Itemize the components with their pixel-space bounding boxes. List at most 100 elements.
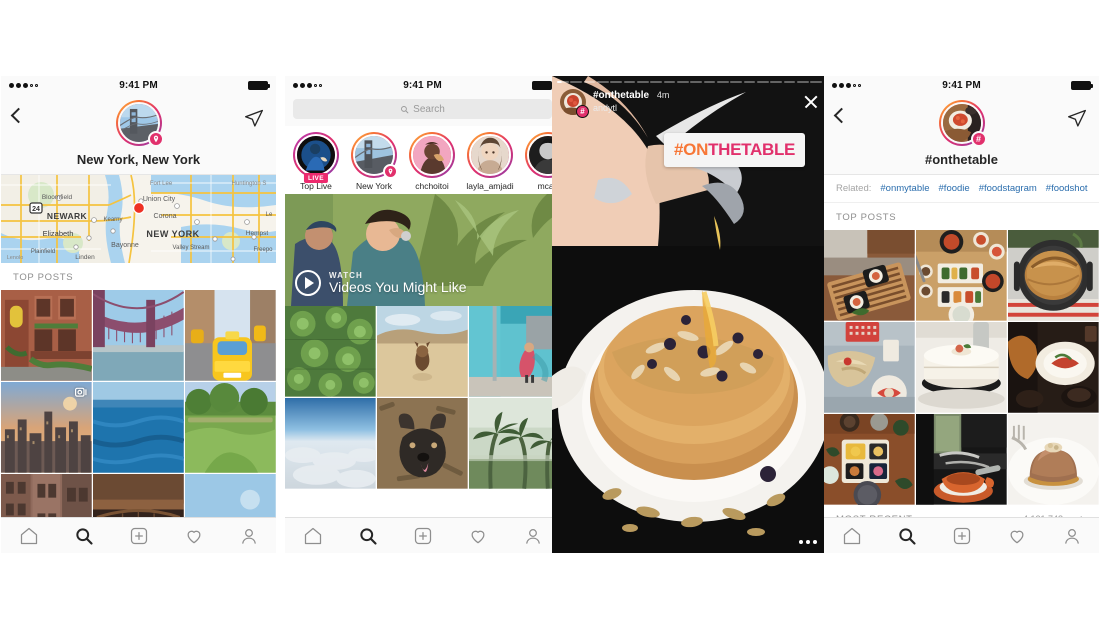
tab-activity[interactable] [184,526,204,546]
signal-strength-icon [293,82,363,88]
location-avatar[interactable] [115,100,164,147]
progress-segment [570,81,583,83]
tab-add[interactable] [413,526,433,546]
tab-add[interactable] [129,526,149,546]
progress-segment [770,81,783,83]
hashtag-sticker[interactable]: #ONTHETABLE [664,133,806,167]
tab-home[interactable] [303,526,323,546]
grid-item-ocean[interactable] [93,382,184,473]
svg-text:Kearny: Kearny [103,217,122,223]
tab-activity[interactable] [468,526,488,546]
story-top-live[interactable]: LIVE Top Live [287,132,345,191]
grid-item-dome-dessert[interactable] [1008,414,1099,505]
grid-item-palm-trees[interactable] [469,398,560,489]
explore-grid [285,306,560,489]
grid-item-brownstone[interactable] [1,290,92,381]
grid-item-park[interactable] [185,382,276,473]
grid-item-succulents[interactable] [285,306,376,397]
location-pin-badge [147,131,164,147]
story-canvas[interactable]: # #onthetable 4m andytl #ONTHETABLE [552,76,827,553]
play-icon[interactable] [295,270,321,296]
direct-share-icon[interactable] [244,108,264,128]
grid-item-blue-wall[interactable] [469,306,560,397]
story-meta: #onthetable 4m andytl [593,90,796,114]
story-label: New York [356,181,392,191]
related-tag-3[interactable]: #foodstagram [979,183,1037,194]
grid-item-bread-loaf[interactable] [1008,230,1099,321]
svg-text:Fort Lee: Fort Lee [150,181,173,187]
direct-share-icon[interactable] [1067,108,1087,128]
hashtag-badge: # [970,131,987,147]
grid-item-wood-tray[interactable] [824,230,915,321]
grid-item-dark-plate[interactable] [1008,322,1099,413]
story-layla-amjadi[interactable]: layla_amjadi [461,132,519,191]
hashtag-top-posts-grid [824,230,1099,506]
status-bar: 9:41 PM [1,76,276,94]
svg-text:Bayonne: Bayonne [111,242,139,249]
progress-segment [730,81,743,83]
phone-location-page: 9:41 PM New York, New York 24 Bloomfield… [1,76,276,553]
pin-glyph-icon [153,135,158,143]
hashtag-avatar[interactable]: # [938,100,987,147]
story-avatar[interactable]: # [560,89,589,118]
grid-item-skyline[interactable] [1,382,92,473]
more-options-icon[interactable] [799,540,817,544]
story-chchoitoi[interactable]: chchoitoi [403,132,461,191]
svg-text:NEW YORK: NEW YORK [146,229,199,239]
tab-search[interactable] [358,526,378,546]
grid-item-white-cake[interactable] [916,322,1007,413]
carousel-icon [74,387,87,397]
progress-segment [623,81,636,83]
progress-segment [743,81,756,83]
tab-home[interactable] [19,526,39,546]
tab-search[interactable] [74,526,94,546]
top-posts-grid [1,290,276,553]
related-tag-4[interactable]: #foodshot [1046,183,1088,194]
svg-text:NEWARK: NEWARK [47,211,88,221]
tab-home[interactable] [842,526,862,546]
tab-profile[interactable] [239,526,259,546]
close-icon[interactable] [803,94,819,110]
status-bar: 9:41 PM [285,76,560,94]
phone-story-viewer: # #onthetable 4m andytl #ONTHETABLE [552,76,827,553]
tab-add[interactable] [952,526,972,546]
story-timestamp: 4m [656,90,670,101]
back-chevron-icon[interactable] [833,107,850,124]
search-input[interactable]: Search [293,99,552,119]
story-username: andytl [593,102,618,113]
related-tag-1[interactable]: #onmytable [880,183,929,194]
progress-segment [783,81,796,83]
hashtag-header: # #onthetable [824,94,1099,175]
svg-text:Bloomfield: Bloomfield [42,194,73,201]
search-bar: Search [285,94,560,126]
story-label: layla_amjadi [466,181,514,191]
story-header: # #onthetable 4m andytl [560,89,819,118]
svg-text:Huntington S: Huntington S [232,181,267,187]
location-map[interactable]: 24 Bloomfield Union City Fort Lee Huntin… [1,175,276,263]
tab-profile[interactable] [523,526,543,546]
stories-tray[interactable]: LIVE Top Live New York chchoitoi layla_a… [285,126,560,194]
phone-hashtag-page: 9:41 PM # #onthetable Related: #onmytabl… [824,76,1099,553]
grid-item-taxi[interactable] [185,290,276,381]
grid-item-clouds[interactable] [285,398,376,489]
grid-item-korean-spread[interactable] [916,230,1007,321]
story-new-york[interactable]: New York [345,132,403,191]
back-chevron-icon[interactable] [10,107,27,124]
live-badge: LIVE [303,173,329,183]
grid-item-bridge[interactable] [93,290,184,381]
svg-text:Corona: Corona [154,213,177,220]
grid-item-brunch[interactable] [824,322,915,413]
related-tag-2[interactable]: #foodie [939,183,970,194]
grid-item-bento[interactable] [824,414,915,505]
signal-strength-icon [832,82,902,88]
progress-segment [583,81,596,83]
svg-text:24: 24 [32,206,40,213]
svg-text:Hempst: Hempst [246,230,269,237]
tab-profile[interactable] [1062,526,1082,546]
video-banner[interactable]: WATCH Videos You Might Like [285,194,560,306]
grid-item-beach-dog[interactable] [377,306,468,397]
grid-item-dog-portrait[interactable] [377,398,468,489]
grid-item-tea-cup[interactable] [916,414,1007,506]
tab-activity[interactable] [1007,526,1027,546]
tab-search[interactable] [897,526,917,546]
